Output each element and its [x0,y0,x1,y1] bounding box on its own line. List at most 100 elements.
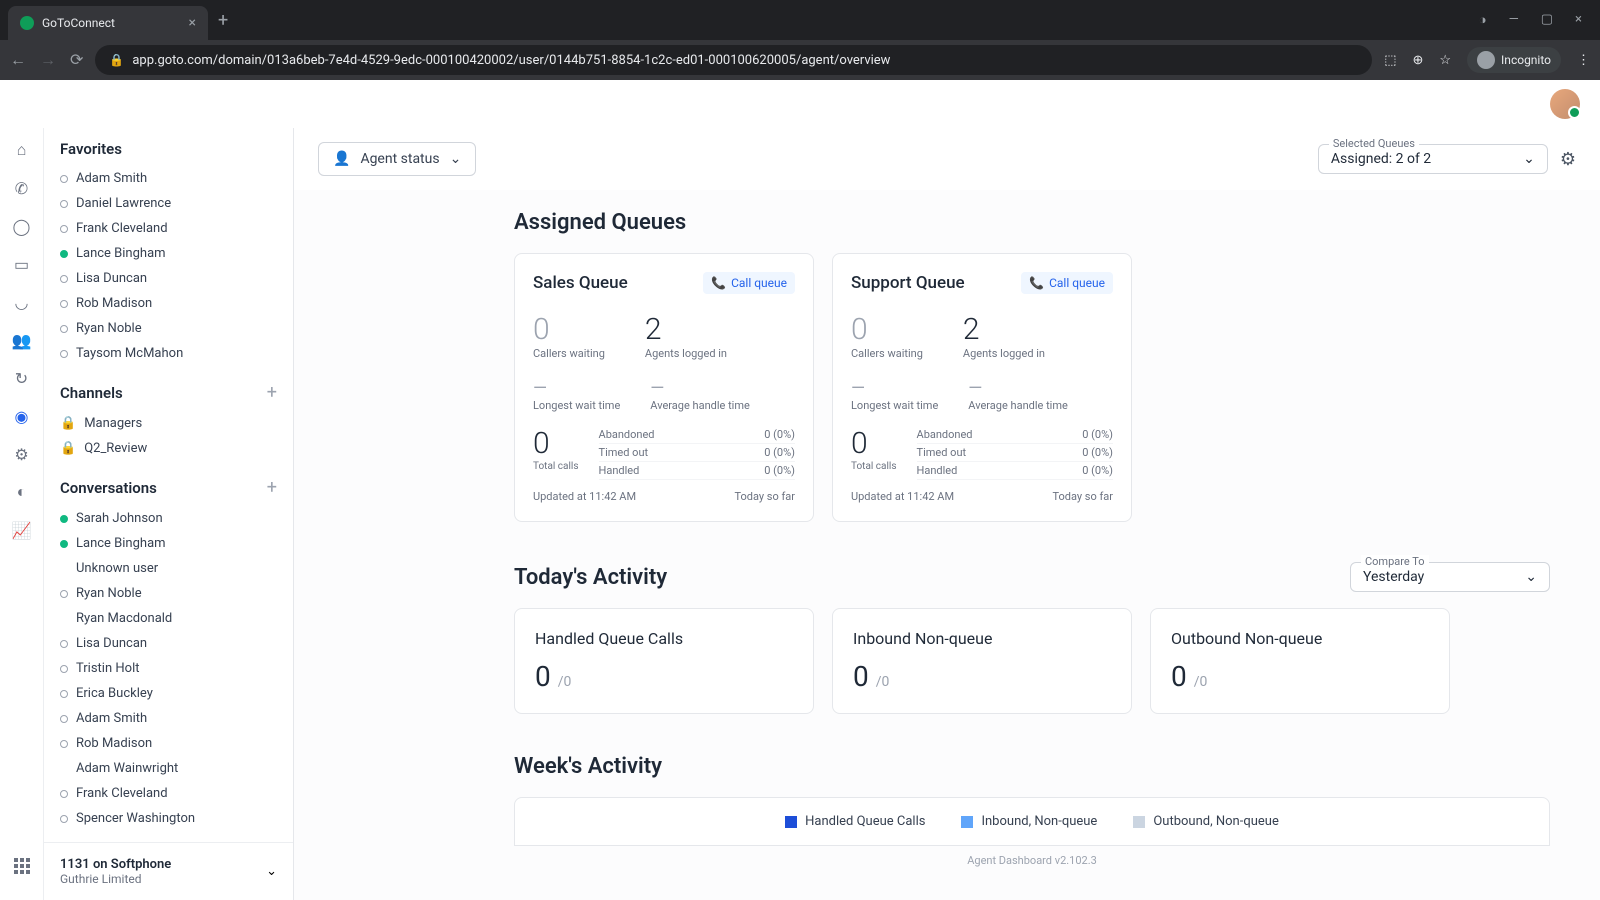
video-icon[interactable]: ▭ [12,254,32,274]
close-tab-icon[interactable]: × [189,15,196,31]
legend-item: Handled Queue Calls [785,814,925,829]
contacts-icon[interactable]: 👥 [12,330,32,350]
close-window-button[interactable]: × [1575,12,1582,28]
zoom-icon[interactable]: ⊕ [1412,53,1423,68]
softphone-footer[interactable]: 1131 on Softphone Guthrie Limited ⌄ [44,842,293,900]
conversation-item[interactable]: Lisa Duncan [60,631,277,656]
url-input[interactable]: 🔒 app.goto.com/domain/013a6beb-7e4d-4529… [95,45,1372,75]
home-icon[interactable]: ⌂ [12,140,32,160]
user-avatar[interactable] [1550,89,1580,119]
tab-favicon [20,16,34,30]
queue-card: Support Queue 📞Call queue 0Callers waiti… [832,253,1132,522]
chat-icon[interactable]: ◯ [12,216,32,236]
nav-rail: ⌂ ✆ ◯ ▭ ◡ 👥 ↻ ◉ ⚙ ◐ 📈 [0,128,44,900]
legend-swatch [1133,816,1145,828]
conversation-item[interactable]: Lance Bingham [60,531,277,556]
address-bar: ← → ⟳ 🔒 app.goto.com/domain/013a6beb-7e4… [0,40,1600,80]
assigned-queues-heading: Assigned Queues [514,210,1550,235]
activity-card: Handled Queue Calls0 /0 [514,608,814,714]
selected-queues-dropdown[interactable]: Selected Queues Assigned: 2 of 2 ⌄ [1318,144,1548,174]
incognito-icon [1477,51,1495,69]
compare-to-dropdown[interactable]: Compare To Yesterday ⌄ [1350,562,1550,592]
favorite-item[interactable]: Adam Smith [60,166,277,191]
legend-item: Outbound, Non-queue [1133,814,1279,829]
activity-card: Outbound Non-queue0 /0 [1150,608,1450,714]
back-button[interactable]: ← [10,50,26,70]
presence-indicator [60,350,68,358]
phone-icon[interactable]: ✆ [12,178,32,198]
history-icon[interactable]: ↻ [12,368,32,388]
analytics-icon[interactable]: 📈 [12,520,32,540]
tab-title: GoToConnect [42,16,115,30]
conversation-item[interactable]: Adam Smith [60,706,277,731]
conversations-heading: Conversations + [60,477,277,498]
presence-indicator [60,740,68,748]
presence-indicator [60,765,68,773]
new-tab-button[interactable]: + [218,10,228,31]
conversation-item[interactable]: Spencer Washington [60,806,277,831]
bookmark-icon[interactable]: ☆ [1439,53,1451,68]
conversation-item[interactable]: Ryan Macdonald [60,606,277,631]
favorite-item[interactable]: Lance Bingham [60,241,277,266]
gear-icon[interactable]: ⚙ [1560,149,1576,170]
browser-menu-icon[interactable]: ⋮ [1577,53,1590,68]
add-conversation-button[interactable]: + [267,477,277,498]
chevron-down-icon: ⌄ [1525,569,1537,585]
favorite-item[interactable]: Lisa Duncan [60,266,277,291]
conversation-item[interactable]: Frank Cleveland [60,781,277,806]
favorite-item[interactable]: Taysom McMahon [60,341,277,366]
dashboard-icon[interactable]: ◐ [12,482,32,502]
side-panel: Favorites Adam SmithDaniel LawrenceFrank… [44,128,294,900]
maximize-button[interactable]: ▢ [1541,12,1553,28]
conversation-item[interactable]: Ryan Noble [60,581,277,606]
call-queue-button[interactable]: 📞Call queue [703,272,795,294]
lock-icon: 🔒 [109,53,124,67]
call-queue-button[interactable]: 📞Call queue [1021,272,1113,294]
favorites-heading: Favorites [60,140,277,158]
legend-swatch [785,816,797,828]
phone-icon: 📞 [1029,276,1044,290]
agent-status-dropdown[interactable]: 👤 Agent status ⌄ [318,142,476,176]
install-icon[interactable]: ⬚ [1384,53,1396,68]
conversation-item[interactable]: Sarah Johnson [60,506,277,531]
presence-indicator [60,225,68,233]
apps-grid-icon[interactable] [12,856,32,876]
window-controls: ◑ — ▢ × [1479,12,1592,28]
conversation-item[interactable]: Adam Wainwright [60,756,277,781]
browser-tab[interactable]: GoToConnect × [8,6,208,40]
conversation-item[interactable]: Unknown user [60,556,277,581]
settings-icon[interactable]: ⚙ [12,444,32,464]
minimize-button[interactable]: — [1509,12,1519,28]
queue-card: Sales Queue 📞Call queue 0Callers waiting… [514,253,814,522]
channel-item[interactable]: 🔒Q2_Review [60,436,277,461]
presence-indicator [60,540,68,548]
presence-indicator [60,640,68,648]
conversation-item[interactable]: Tristin Holt [60,656,277,681]
conversation-item[interactable]: Rob Madison [60,731,277,756]
breakdown-row: Handled0 (0%) [917,462,1113,480]
favorite-item[interactable]: Frank Cleveland [60,216,277,241]
legend-item: Inbound, Non-queue [961,814,1097,829]
presence-indicator [60,325,68,333]
reload-button[interactable]: ⟳ [70,50,83,70]
app-header [0,80,1600,128]
breakdown-row: Handled0 (0%) [599,462,795,480]
breakdown-row: Timed out0 (0%) [599,444,795,462]
favorite-item[interactable]: Daniel Lawrence [60,191,277,216]
phone-icon: 📞 [711,276,726,290]
version-text: Agent Dashboard v2.102.3 [514,846,1550,875]
channel-item[interactable]: 🔒Managers [60,411,277,436]
today-activity-heading: Today's Activity [514,565,667,590]
favorite-item[interactable]: Rob Madison [60,291,277,316]
breakdown-row: Abandoned0 (0%) [599,426,795,444]
conversation-item[interactable]: Erica Buckley [60,681,277,706]
headset-icon[interactable]: ◡ [12,292,32,312]
presence-indicator [60,175,68,183]
favorite-item[interactable]: Ryan Noble [60,316,277,341]
presence-indicator [60,300,68,308]
incognito-indicator-icon: ◑ [1479,12,1487,28]
agent-icon[interactable]: ◉ [12,406,32,426]
person-icon: 👤 [333,151,350,167]
add-channel-button[interactable]: + [267,382,277,403]
forward-button[interactable]: → [40,50,56,70]
